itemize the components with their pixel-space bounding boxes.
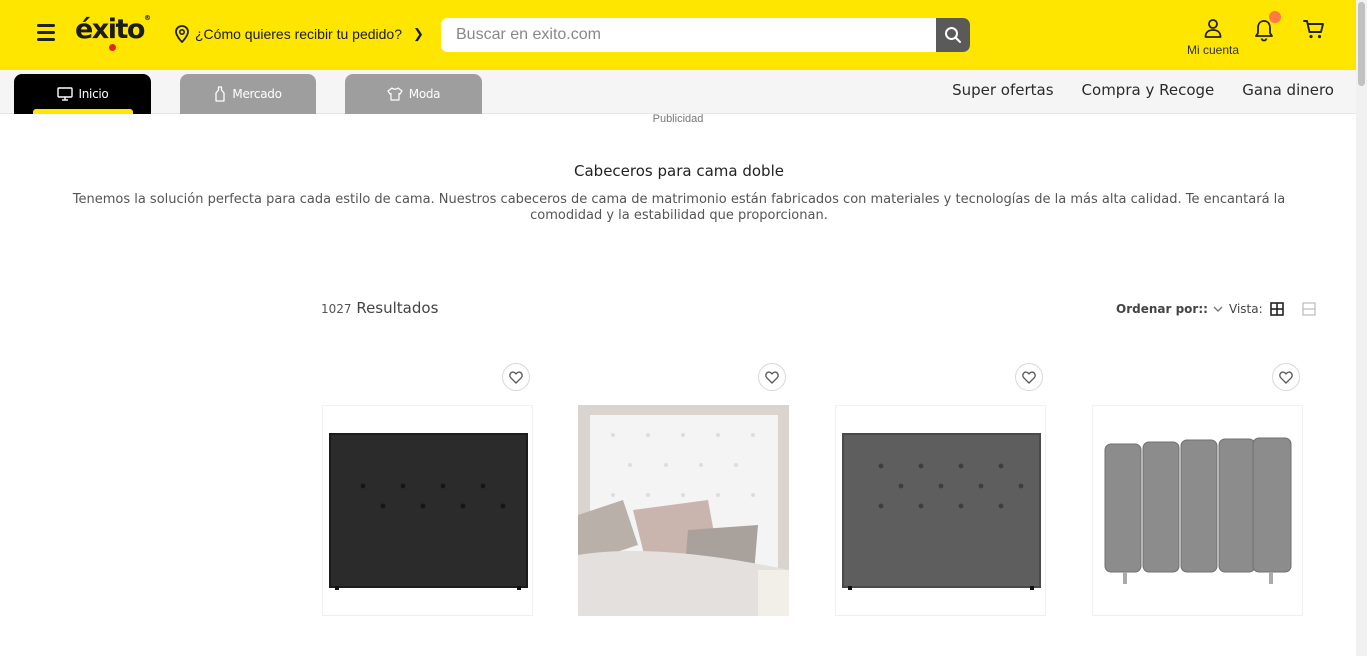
delivery-selector[interactable]: ¿Cómo quieres recibir tu pedido? ❯ [174,25,424,43]
product-card [578,363,790,617]
view-switcher: Vista: [1229,301,1317,317]
tab-moda-label: Moda [408,87,441,101]
results-number: 1027 [321,302,352,316]
logo-registered-mark: ® [143,14,151,22]
top-header: éxito® ¿Cómo quieres recibir tu pedido? … [0,0,1356,70]
heart-icon [509,370,523,384]
nav-links: Super ofertas Compra y Recoge Gana diner… [952,81,1334,99]
heart-icon [1022,370,1036,384]
tab-moda[interactable]: Moda [345,74,482,114]
heart-icon [1279,370,1293,384]
category-title: Cabeceros para cama doble [574,162,784,180]
logo-dot [109,44,116,51]
account-button[interactable]: Mi cuenta [1183,18,1243,57]
delivery-text: ¿Cómo quieres recibir tu pedido? [195,26,402,42]
link-super-ofertas[interactable]: Super ofertas [952,81,1053,99]
grid-icon [1269,302,1284,316]
sort-label: Ordenar por:: [1116,302,1208,316]
results-count: 1027 Resultados [321,299,438,317]
heart-icon [765,370,779,384]
tab-inicio[interactable]: Inicio [14,74,151,114]
results-label: Resultados [356,299,439,317]
category-navbar: Inicio Mercado Moda Super ofertas Compra… [0,70,1356,114]
product-image-black-headboard[interactable] [322,405,533,616]
chevron-down-icon [1213,306,1223,312]
sort-dropdown[interactable]: Ordenar por:: [1116,302,1224,316]
favorite-button[interactable] [758,363,786,391]
page-scrollbar[interactable] [1356,0,1367,656]
category-description: Tenemos la solución perfecta para cada e… [72,192,1286,223]
favorite-button[interactable] [1272,363,1300,391]
product-image-gray-headboard[interactable] [835,405,1046,616]
chevron-right-icon: ❯ [413,26,424,41]
search-input[interactable] [441,18,936,52]
tab-mercado-label: Mercado [232,87,282,101]
notification-badge [1269,11,1281,23]
search-button[interactable] [936,18,970,52]
cart-icon [1303,20,1324,39]
scrollbar-thumb[interactable] [1358,2,1365,86]
notifications-button[interactable] [1253,11,1281,42]
favorite-button[interactable] [502,363,530,391]
view-label: Vista: [1229,302,1263,316]
link-gana-dinero[interactable]: Gana dinero [1242,81,1334,99]
tab-mercado[interactable]: Mercado [180,74,316,114]
favorite-button[interactable] [1015,363,1043,391]
product-image-channel-headboard[interactable] [1092,405,1303,616]
account-label: Mi cuenta [1186,43,1240,57]
bottle-icon [215,86,226,102]
user-icon [1204,19,1222,38]
list-view-button[interactable] [1301,301,1317,317]
grid-view-button[interactable] [1269,301,1285,317]
product-card [322,363,534,617]
monitor-icon [56,87,73,101]
search-bar [441,18,970,52]
product-card [1092,363,1304,617]
location-pin-icon [175,25,189,43]
cart-button[interactable] [1302,18,1326,40]
shirt-icon [387,87,403,101]
list-icon [1302,302,1316,316]
logo-text: éxito [75,14,145,45]
tab-inicio-label: Inicio [78,87,109,101]
hamburger-menu-icon[interactable] [37,24,57,44]
ad-label: Publicidad [652,113,704,125]
search-icon [945,27,961,43]
exito-logo[interactable]: éxito® [75,14,151,51]
link-compra-y-recoge[interactable]: Compra y Recoge [1082,81,1215,99]
product-card [835,363,1047,617]
product-image-white-headboard[interactable] [578,405,789,616]
